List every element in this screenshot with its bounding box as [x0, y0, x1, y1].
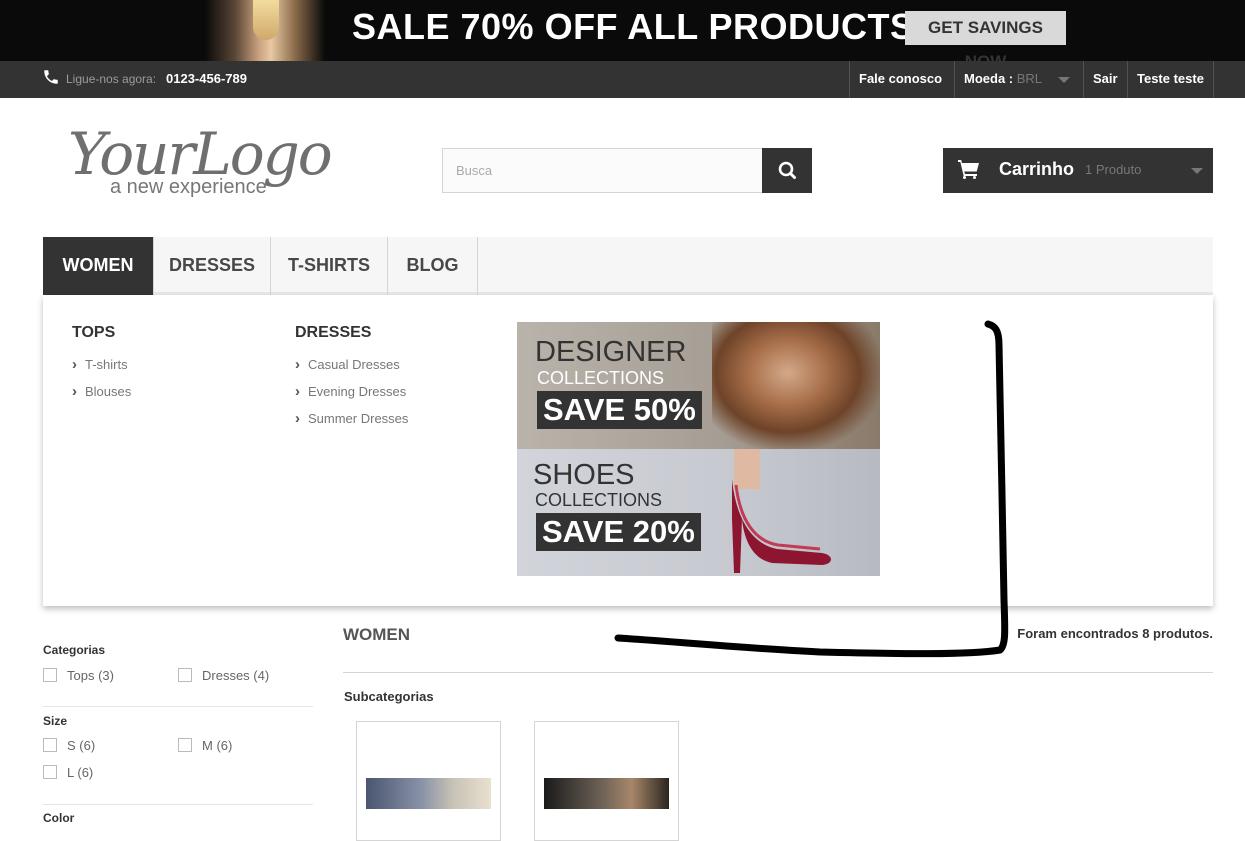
filter-option-size-m[interactable]: M (6): [178, 738, 232, 753]
search-button[interactable]: [762, 148, 812, 193]
contact-link[interactable]: Fale conosco: [849, 61, 951, 98]
checkbox[interactable]: [178, 668, 192, 682]
menu-item-women[interactable]: WOMEN: [43, 237, 154, 295]
info-bar: Ligue-nos agora: 0123-456-789 Fale conos…: [0, 61, 1245, 98]
get-savings-button[interactable]: GET SAVINGS NOW: [905, 11, 1066, 61]
call-us-label: Ligue-nos agora:: [66, 72, 157, 86]
divider: [43, 706, 313, 707]
link-casual-dresses[interactable]: Casual Dresses: [295, 356, 400, 373]
red-shoe-image: [732, 449, 831, 573]
filter-option-label: Dresses (4): [202, 668, 270, 683]
logo-tagline: a new experience: [110, 176, 267, 198]
currency-value: BRL: [1016, 71, 1043, 86]
filter-option-size-l[interactable]: L (6): [43, 765, 93, 780]
cart-button[interactable]: Carrinho 1 Produto: [943, 148, 1213, 193]
promo-2-discount: SAVE 20%: [536, 513, 701, 551]
checkbox[interactable]: [178, 738, 192, 752]
banner-title: SALE 70% OFF ALL PRODUCTS: [352, 6, 915, 47]
cart-count: 1 Produto: [1085, 162, 1142, 177]
filter-categories-title: Categorias: [43, 643, 106, 657]
phone-icon: [44, 70, 58, 84]
search-input[interactable]: Busca: [442, 148, 763, 193]
checkbox[interactable]: [43, 668, 57, 682]
promo-1-subheading: COLLECTIONS: [537, 368, 665, 388]
promo-2-heading: SHOES: [533, 459, 635, 491]
filter-option-label: S (6): [67, 738, 96, 753]
tops-heading[interactable]: TOPS: [72, 324, 115, 342]
main-menu: WOMEN DRESSES T-SHIRTS BLOG: [43, 237, 1213, 295]
filter-option-tops[interactable]: Tops (3): [43, 668, 114, 683]
account-link[interactable]: Teste teste: [1127, 61, 1214, 98]
currency-selector[interactable]: Moeda : BRL: [954, 61, 1083, 98]
promo-1-discount: SAVE 50%: [537, 391, 702, 429]
subcategory-image: [544, 778, 669, 809]
link-t-shirts[interactable]: T-shirts: [72, 356, 128, 373]
search-icon: [778, 161, 796, 179]
caret-down-icon: [1057, 76, 1070, 83]
subcategories-heading: Subcategorias: [344, 689, 434, 704]
promo-banners: DESIGNER COLLECTIONS SAVE 50% SHOES COLL…: [517, 322, 880, 576]
menu-item-t-shirts[interactable]: T-SHIRTS: [271, 237, 388, 295]
divider: [343, 672, 1213, 673]
promo-model-image: [712, 322, 880, 449]
divider: [43, 804, 313, 805]
caret-down-icon: [1191, 168, 1203, 174]
filter-option-size-s[interactable]: S (6): [43, 738, 95, 753]
promo-shoes-collections[interactable]: SHOES COLLECTIONS SAVE 20%: [517, 449, 880, 576]
subcategory-card-tops[interactable]: [356, 721, 501, 841]
banner-model-image: [205, 0, 325, 61]
subcategory-card-dresses[interactable]: [534, 721, 679, 841]
currency-label: Moeda :: [964, 71, 1014, 86]
dresses-heading[interactable]: DRESSES: [295, 324, 371, 342]
filter-color-title: Color: [43, 811, 75, 825]
menu-item-blog[interactable]: BLOG: [388, 237, 478, 295]
promo-designer-collections[interactable]: DESIGNER COLLECTIONS SAVE 50%: [517, 322, 880, 449]
checkbox[interactable]: [43, 738, 57, 752]
filter-size-title: Size: [43, 714, 68, 728]
filter-option-dresses[interactable]: Dresses (4): [178, 668, 269, 683]
site-logo[interactable]: YourLogo a new experience: [68, 120, 353, 205]
promo-2-subheading: COLLECTIONS: [535, 490, 663, 510]
link-blouses[interactable]: Blouses: [72, 383, 131, 400]
filter-option-label: L (6): [67, 765, 94, 780]
link-summer-dresses[interactable]: Summer Dresses: [295, 410, 408, 427]
menu-item-dresses[interactable]: DRESSES: [154, 237, 271, 295]
filter-option-label: Tops (3): [67, 668, 114, 683]
subcategory-image: [366, 778, 491, 809]
promo-1-heading: DESIGNER: [535, 336, 687, 368]
cart-label: Carrinho: [999, 159, 1075, 179]
checkbox[interactable]: [43, 765, 57, 779]
filter-option-label: M (6): [202, 738, 233, 753]
top-sale-banner[interactable]: SALE 70% OFF ALL PRODUCTS GET SAVINGS NO…: [0, 0, 1245, 61]
link-evening-dresses[interactable]: Evening Dresses: [295, 383, 406, 400]
product-count: Foram encontrados 8 produtos.: [1017, 626, 1213, 641]
phone-number: 0123-456-789: [166, 71, 247, 86]
logout-link[interactable]: Sair: [1083, 61, 1127, 98]
cart-icon: [958, 160, 979, 179]
mega-menu-dropdown: TOPS T-shirts Blouses DRESSES Casual Dre…: [43, 295, 1213, 606]
page-title: WOMEN: [343, 625, 411, 644]
